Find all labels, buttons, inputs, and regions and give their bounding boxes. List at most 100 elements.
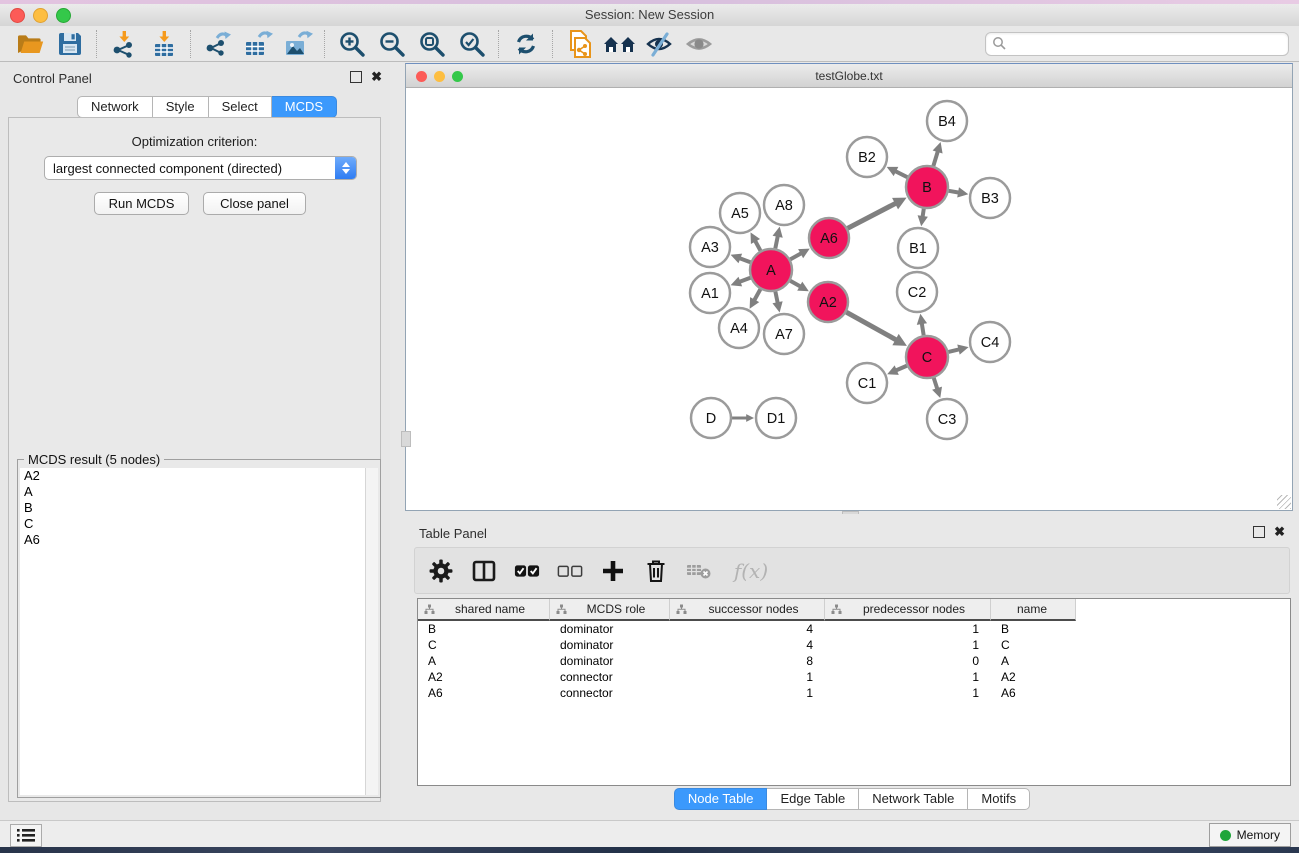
- tab-network[interactable]: Network: [77, 96, 153, 118]
- tab-mcds[interactable]: MCDS: [272, 96, 337, 118]
- graph-edge-B-B1[interactable]: [923, 209, 924, 217]
- window-resize-grip[interactable]: [1277, 495, 1291, 509]
- graph-node-A6[interactable]: A6: [809, 218, 849, 258]
- table-row[interactable]: Cdominator41C: [418, 637, 1290, 653]
- float-table-panel-icon[interactable]: [1253, 526, 1265, 538]
- mcds-result-item[interactable]: C: [20, 516, 366, 532]
- split-view-icon[interactable]: [471, 558, 497, 584]
- mcds-result-item[interactable]: B: [20, 500, 366, 516]
- column-header-MCDS-role[interactable]: MCDS role: [550, 599, 670, 621]
- graph-edge-A-A4[interactable]: [754, 289, 760, 300]
- graph-node-C2[interactable]: C2: [897, 272, 937, 312]
- delete-table-icon[interactable]: [686, 558, 712, 584]
- graph-node-B2[interactable]: B2: [847, 137, 887, 177]
- mcds-result-item[interactable]: A: [20, 484, 366, 500]
- graph-node-B1[interactable]: B1: [898, 228, 938, 268]
- network-window-titlebar[interactable]: testGlobe.txt: [406, 64, 1292, 88]
- graph-node-A3[interactable]: A3: [690, 227, 730, 267]
- graph-node-A4[interactable]: A4: [719, 308, 759, 348]
- graph-edge-A-A2[interactable]: [790, 281, 800, 287]
- export-image-icon[interactable]: [278, 29, 318, 59]
- column-header-shared-name[interactable]: shared name: [418, 599, 550, 621]
- criterion-dropdown[interactable]: largest connected component (directed): [44, 156, 357, 180]
- column-header-predecessor-nodes[interactable]: predecessor nodes: [825, 599, 991, 621]
- table-row[interactable]: A6connector11A6: [418, 685, 1290, 701]
- show-selected-icon[interactable]: [680, 29, 720, 59]
- graph-node-C3[interactable]: C3: [927, 399, 967, 439]
- graph-edge-C-C1[interactable]: [896, 366, 907, 371]
- graph-edge-C-C3[interactable]: [934, 378, 938, 389]
- zoom-in-icon[interactable]: [332, 29, 372, 59]
- delete-column-icon[interactable]: [643, 558, 669, 584]
- graph-node-B[interactable]: B: [906, 166, 948, 208]
- select-all-icon[interactable]: [514, 558, 540, 584]
- export-network-icon[interactable]: [198, 29, 238, 59]
- graph-node-B4[interactable]: B4: [927, 101, 967, 141]
- float-panel-icon[interactable]: [350, 71, 362, 83]
- graph-edge-A-A1[interactable]: [739, 278, 750, 282]
- graph-node-A1[interactable]: A1: [690, 273, 730, 313]
- graph-node-A[interactable]: A: [750, 249, 792, 291]
- graph-edge-B-B4[interactable]: [933, 151, 938, 166]
- hide-selected-icon[interactable]: [640, 29, 680, 59]
- graph-node-B3[interactable]: B3: [970, 178, 1010, 218]
- refresh-layout-icon[interactable]: [506, 29, 546, 59]
- run-mcds-button[interactable]: Run MCDS: [94, 192, 189, 215]
- import-table-icon[interactable]: [144, 29, 184, 59]
- settings-gear-icon[interactable]: [428, 558, 454, 584]
- vertical-splitter-handle[interactable]: [401, 431, 411, 447]
- result-list-scrollbar[interactable]: [365, 468, 378, 795]
- close-panel-button[interactable]: Close panel: [203, 192, 306, 215]
- graph-edge-A-A5[interactable]: [755, 241, 760, 251]
- graph-node-A8[interactable]: A8: [764, 185, 804, 225]
- task-history-button[interactable]: [10, 824, 42, 847]
- graph-edge-C-C2[interactable]: [922, 323, 924, 335]
- zoom-out-icon[interactable]: [372, 29, 412, 59]
- table-row[interactable]: A2connector11A2: [418, 669, 1290, 685]
- tab-style[interactable]: Style: [153, 96, 209, 118]
- close-panel-icon[interactable]: ✖: [371, 71, 382, 83]
- export-table-icon[interactable]: [238, 29, 278, 59]
- network-canvas[interactable]: B4 B2 B B3 A5A8A6 B1 A3 A C2 A1 A2 A4A7 C4 C C1 C3 D D1: [406, 88, 1292, 510]
- graph-edge-A2-C[interactable]: [846, 312, 896, 340]
- add-column-icon[interactable]: [600, 558, 626, 584]
- graph-edge-C-C4[interactable]: [948, 349, 959, 352]
- graph-node-A2[interactable]: A2: [808, 282, 848, 322]
- search-input[interactable]: [1007, 34, 1288, 54]
- deselect-all-icon[interactable]: [557, 558, 583, 584]
- clone-network-icon[interactable]: [560, 29, 600, 59]
- tab-select[interactable]: Select: [209, 96, 272, 118]
- graph-node-C[interactable]: C: [906, 336, 948, 378]
- graph-node-C1[interactable]: C1: [847, 363, 887, 403]
- column-header-successor-nodes[interactable]: successor nodes: [670, 599, 825, 621]
- graph-node-C4[interactable]: C4: [970, 322, 1010, 362]
- mcds-result-item[interactable]: A2: [20, 468, 366, 484]
- tab-motifs[interactable]: Motifs: [968, 788, 1030, 810]
- show-all-networks-icon[interactable]: [600, 29, 640, 59]
- function-builder-icon[interactable]: f(x): [729, 558, 773, 584]
- graph-edge-A-A8[interactable]: [775, 236, 778, 249]
- save-session-icon[interactable]: [50, 29, 90, 59]
- memory-button[interactable]: Memory: [1209, 823, 1291, 847]
- graph-node-A7[interactable]: A7: [764, 314, 804, 354]
- graph-edge-B-B2[interactable]: [895, 171, 907, 177]
- tab-network-table[interactable]: Network Table: [859, 788, 968, 810]
- table-row[interactable]: Adominator80A: [418, 653, 1290, 669]
- graph-node-A5[interactable]: A5: [720, 193, 760, 233]
- tab-edge-table[interactable]: Edge Table: [767, 788, 859, 810]
- mcds-result-item[interactable]: A6: [20, 532, 366, 548]
- open-session-icon[interactable]: [10, 29, 50, 59]
- graph-node-D[interactable]: D: [691, 398, 731, 438]
- graph-edge-A-A6[interactable]: [790, 253, 801, 259]
- zoom-fit-icon[interactable]: [412, 29, 452, 59]
- column-header-name[interactable]: name: [991, 599, 1076, 621]
- graph-edge-A-A7[interactable]: [775, 292, 777, 304]
- graph-edge-A-A3[interactable]: [739, 258, 750, 262]
- import-network-icon[interactable]: [104, 29, 144, 59]
- graph-node-D1[interactable]: D1: [756, 398, 796, 438]
- graph-edge-B-B3[interactable]: [949, 191, 959, 193]
- graph-edge-A6-B[interactable]: [848, 203, 896, 228]
- table-row[interactable]: Bdominator41B: [418, 621, 1290, 637]
- tab-node-table[interactable]: Node Table: [674, 788, 768, 810]
- zoom-selected-icon[interactable]: [452, 29, 492, 59]
